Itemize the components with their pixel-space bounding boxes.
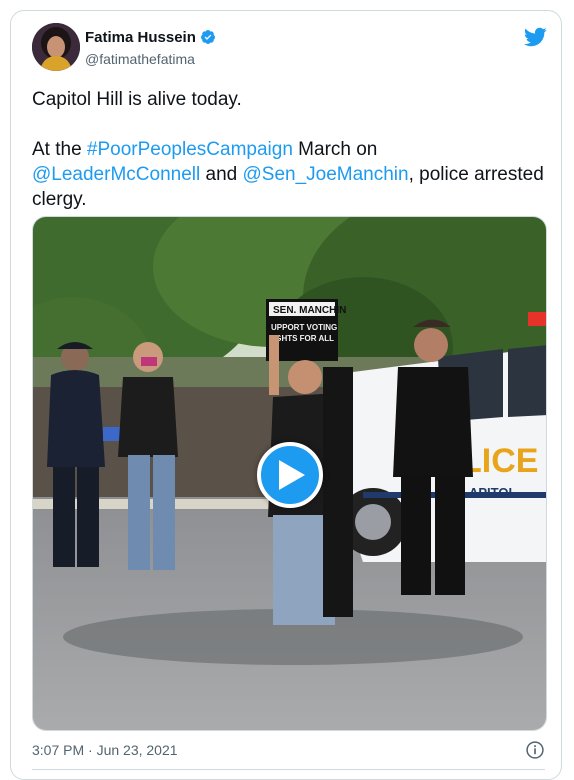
play-icon (279, 460, 305, 490)
sign-line-2: UPPORT VOTING (271, 323, 337, 332)
sign-line-3: IGHTS FOR ALL (273, 334, 334, 343)
text-segment: At the (32, 139, 87, 160)
verified-badge-icon (200, 30, 215, 44)
tweet-timestamp[interactable]: 3:07 PM · Jun 23, 2021 (32, 742, 178, 758)
tweet-paragraph-1: Capitol Hill is alive today. (32, 89, 242, 110)
author-handle[interactable]: @fatimathefatima (85, 51, 195, 67)
tweet-card: Fatima Hussein @fatimathefatima Capitol … (10, 10, 562, 780)
video-player[interactable]: LICE APITOL SEN. MANCHIN UPPORT VOTING I… (32, 216, 547, 731)
mention-link-manchin[interactable]: @Sen_JoeManchin (242, 164, 408, 185)
tweet-text: Capitol Hill is alive today. At the #Poo… (32, 87, 547, 212)
info-icon[interactable] (525, 740, 545, 760)
text-segment: March on (292, 139, 378, 160)
divider (32, 769, 545, 770)
text-segment: and (200, 164, 243, 185)
play-button[interactable] (257, 442, 323, 508)
sign-line-1: SEN. MANCHIN (273, 305, 346, 316)
twitter-bird-icon[interactable] (523, 25, 547, 49)
author-name-text[interactable]: Fatima Hussein (85, 29, 196, 46)
author-name[interactable]: Fatima Hussein (85, 29, 216, 46)
tweet-paragraph-2: At the #PoorPeoplesCampaign March on @Le… (32, 137, 547, 212)
avatar[interactable] (32, 23, 80, 71)
mention-link-mcconnell[interactable]: @LeaderMcConnell (32, 164, 200, 185)
hashtag-link[interactable]: #PoorPeoplesCampaign (87, 139, 293, 160)
